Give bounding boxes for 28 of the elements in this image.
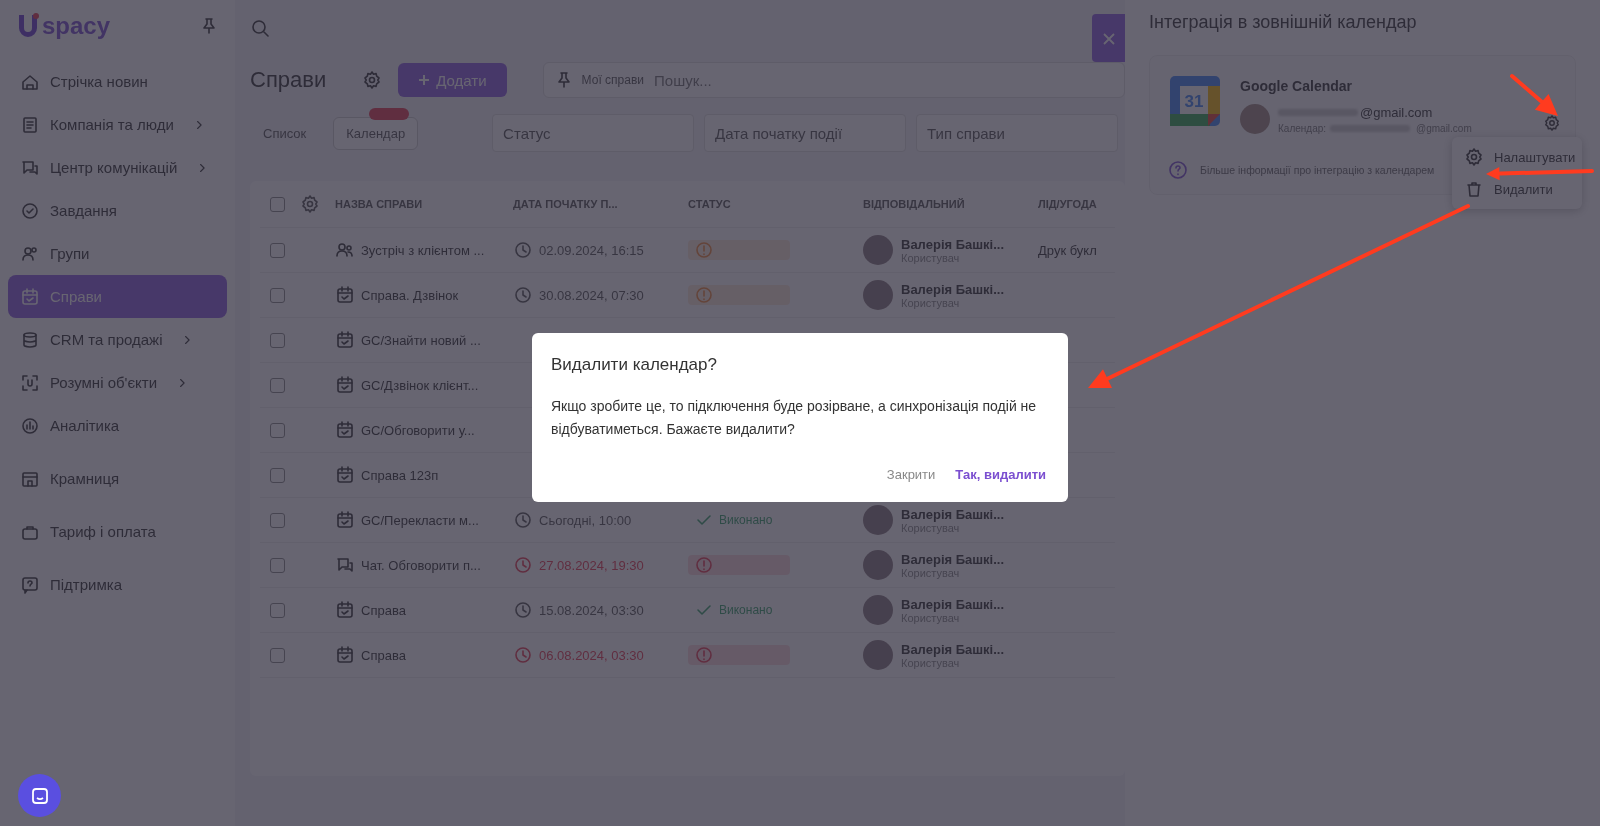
status-label: Виконано xyxy=(719,513,773,527)
assignee-name: Валерія Башкі... xyxy=(901,596,1005,612)
table-cell: Справа. Дзвінок xyxy=(361,287,459,303)
assignee-name: Валерія Башкі... xyxy=(901,236,1005,252)
table-cell: Друк букл xyxy=(1038,242,1097,258)
table-cell: Чат. Обговорити п... xyxy=(361,557,481,573)
table-cell: GC/Обговорити у... xyxy=(361,422,475,438)
dialog-title: Видалити календар? xyxy=(551,355,718,375)
annotation-arrow xyxy=(1510,74,1558,116)
table-cell: Зустріч з клієнтом ... xyxy=(361,242,485,258)
assignee-name: Валерія Башкі... xyxy=(901,281,1005,297)
account-email: @gmail.com xyxy=(1360,104,1433,120)
table-cell: Справа xyxy=(361,647,406,663)
close-button[interactable]: Закрити xyxy=(884,463,938,486)
table-cell: GC/Знайти новий ... xyxy=(361,332,481,348)
chat-icon xyxy=(29,785,50,806)
assignee-name: Валерія Башкі... xyxy=(901,641,1005,657)
panel-title: Інтеграція в зовнішній календар xyxy=(1149,12,1418,33)
table-cell: GC/Перекласти м... xyxy=(361,512,479,528)
assignee-name: Валерія Башкі... xyxy=(901,551,1005,567)
dialog-message: Якщо зробите це, то підключення буде розірване, а синхронізація подій не відбуватиметься. Бажаєте видалити? xyxy=(551,397,1038,439)
table-cell: Справа xyxy=(361,602,406,618)
table-cell: GC/Дзвінок клієнт... xyxy=(361,377,479,393)
status-label: Виконано xyxy=(719,603,773,617)
table-cell: Справа 123п xyxy=(361,467,439,483)
confirm-button[interactable]: Так, видалити xyxy=(953,463,1048,486)
assignee-name: Валерія Башкі... xyxy=(901,506,1005,522)
service-name: Google Calendar xyxy=(1240,78,1354,94)
